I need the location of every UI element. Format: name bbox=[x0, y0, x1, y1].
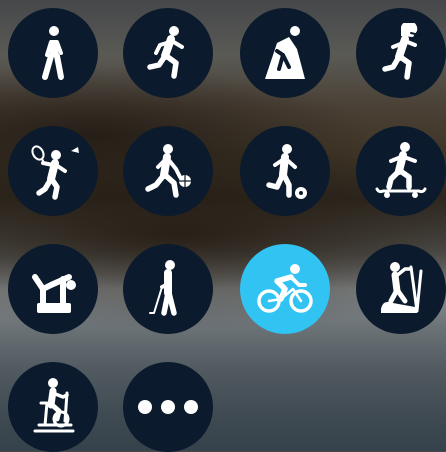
activity-basketball[interactable] bbox=[123, 126, 213, 216]
aerobics-icon bbox=[32, 274, 76, 313]
climbing-icon bbox=[265, 26, 305, 79]
golf-icon bbox=[149, 260, 177, 316]
football-icon bbox=[382, 23, 420, 80]
activity-soccer[interactable] bbox=[240, 126, 330, 216]
skateboarding-icon bbox=[375, 142, 427, 198]
walking-icon bbox=[42, 26, 64, 80]
more-icon bbox=[138, 400, 198, 414]
activity-golf[interactable] bbox=[123, 244, 213, 334]
activity-running[interactable] bbox=[123, 8, 213, 98]
activity-grid bbox=[0, 0, 446, 452]
activity-elliptical[interactable] bbox=[356, 244, 446, 334]
basketball-icon bbox=[145, 144, 192, 198]
running-icon bbox=[147, 26, 184, 79]
activity-stationary-bike[interactable] bbox=[8, 362, 98, 452]
elliptical-icon bbox=[381, 262, 423, 313]
activity-climbing[interactable] bbox=[240, 8, 330, 98]
badminton-icon bbox=[31, 145, 79, 200]
cycling-icon bbox=[257, 264, 313, 313]
activity-aerobics[interactable] bbox=[8, 244, 98, 334]
activity-cycling[interactable] bbox=[240, 244, 330, 334]
activity-badminton[interactable] bbox=[8, 126, 98, 216]
stationary-bike-icon bbox=[33, 378, 75, 433]
activity-football[interactable] bbox=[356, 8, 446, 98]
soccer-icon bbox=[266, 144, 307, 199]
more-activities-button[interactable] bbox=[123, 362, 213, 452]
activity-skateboarding[interactable] bbox=[356, 126, 446, 216]
activity-walking[interactable] bbox=[8, 8, 98, 98]
